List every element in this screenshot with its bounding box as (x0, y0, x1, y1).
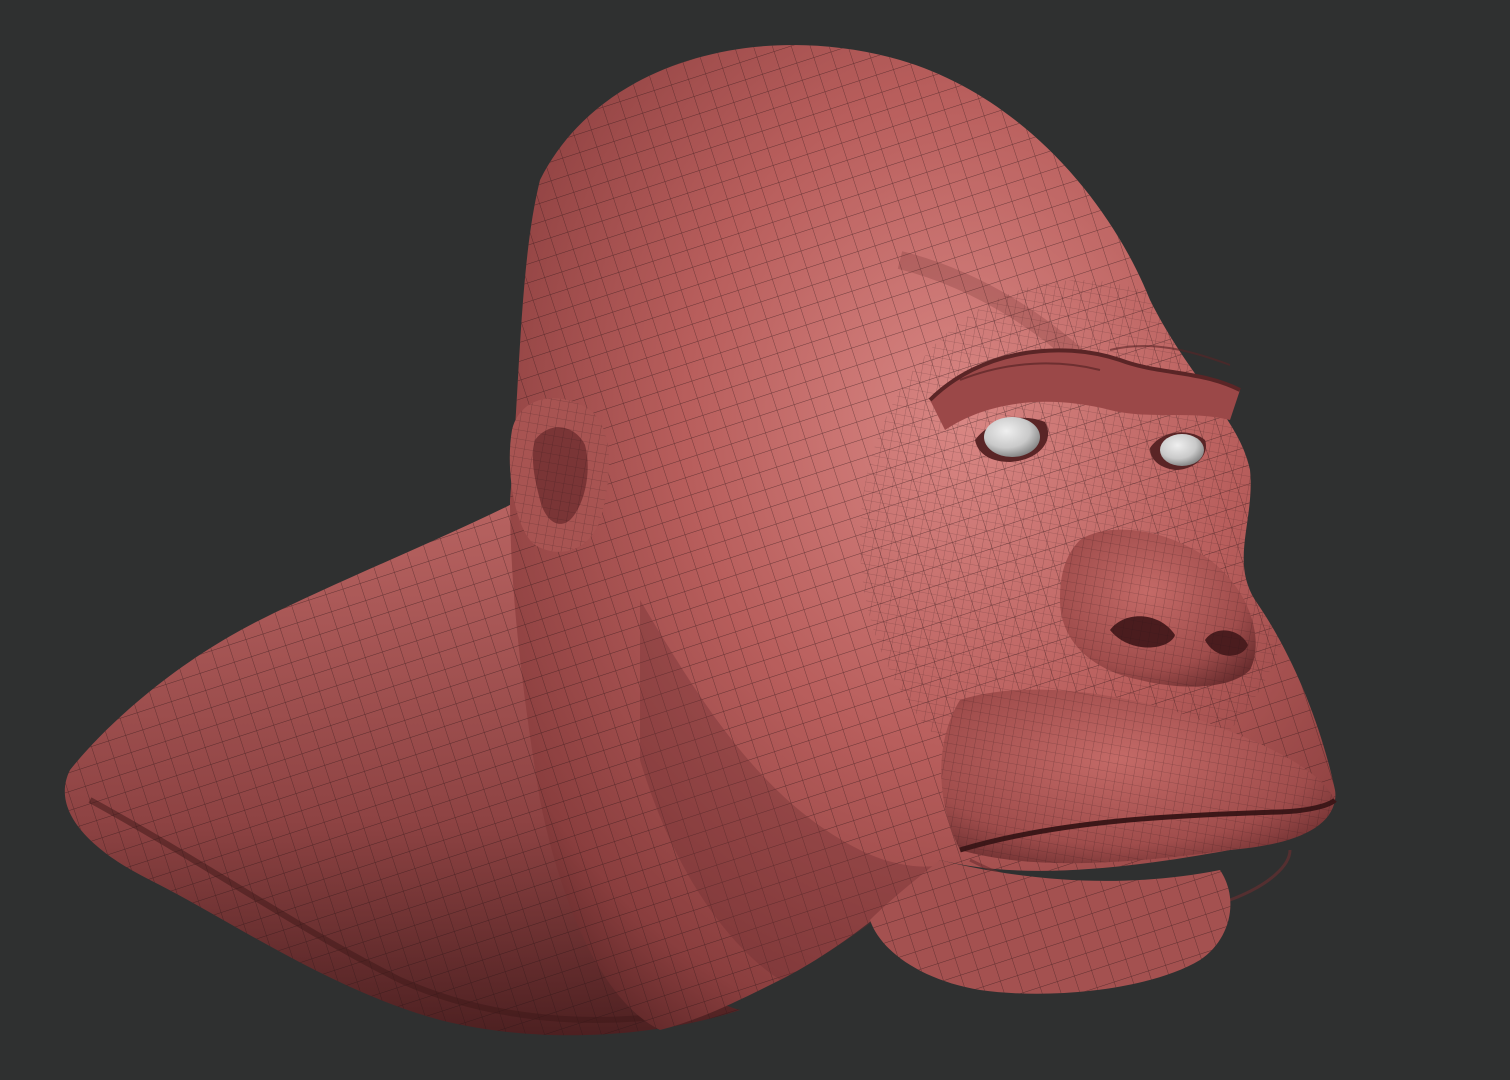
ear (509, 398, 610, 552)
chin (870, 860, 1231, 994)
sculpt-render (64, 45, 1337, 1036)
left-eye (984, 417, 1040, 457)
right-eye (1160, 434, 1204, 466)
render-viewport[interactable] (0, 0, 1510, 1080)
